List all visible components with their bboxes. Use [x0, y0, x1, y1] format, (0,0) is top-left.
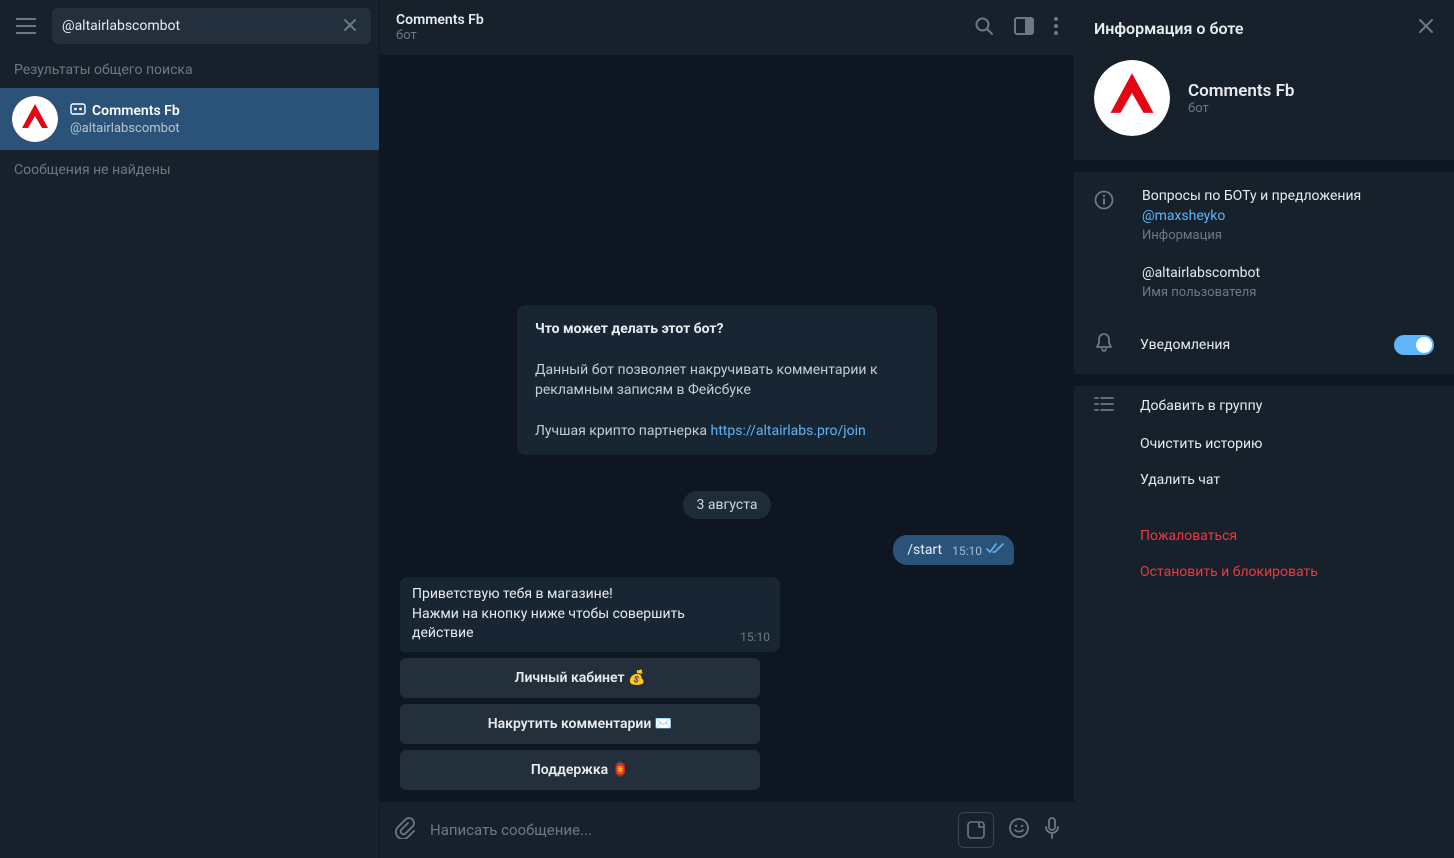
attach-icon[interactable]: [394, 817, 416, 843]
bot-intro-heading: Что может делать этот бот?: [535, 321, 724, 337]
bot-intro-card: Что может делать этот бот? Данный бот по…: [517, 305, 937, 455]
info-header: Информация о боте: [1074, 0, 1454, 50]
messages-area[interactable]: Что может делать этот бот? Данный бот по…: [380, 56, 1074, 802]
inline-btn-cabinet[interactable]: Личный кабинет 💰: [400, 658, 760, 698]
incoming-line2: Нажми на кнопку ниже чтобы совершить дей…: [412, 606, 685, 642]
stop-block-row[interactable]: Остановить и блокировать: [1074, 554, 1454, 590]
incoming-msg-wrap: Приветствую тебя в магазине! Нажми на кн…: [380, 577, 1074, 658]
info-username[interactable]: @altairlabscombot: [1142, 265, 1434, 281]
outgoing-msg-wrap: /start 15:10: [380, 535, 1074, 577]
info-about-text: Вопросы по БОТу и предложения: [1142, 188, 1434, 204]
sticker-icon[interactable]: [958, 812, 994, 848]
info-profile-text: Comments Fb бот: [1188, 81, 1295, 116]
menu-icon[interactable]: [8, 8, 44, 44]
info-panel: Информация о боте Comments Fb бот Вопрос…: [1074, 0, 1454, 858]
clear-history-row[interactable]: Очистить историю: [1074, 426, 1454, 462]
chat-title-wrap[interactable]: Comments Fb бот: [396, 12, 974, 43]
info-about-block: Вопросы по БОТу и предложения @maxsheyko…: [1074, 172, 1454, 316]
info-title: Информация о боте: [1094, 19, 1243, 38]
delete-chat-row[interactable]: Удалить чат: [1074, 462, 1454, 498]
search-box[interactable]: [52, 8, 371, 44]
search-clear-icon[interactable]: [339, 13, 361, 40]
info-name: Comments Fb: [1188, 81, 1295, 101]
report-label: Пожаловаться: [1140, 528, 1237, 544]
bot-badge-icon: [70, 103, 86, 119]
bell-icon: [1094, 332, 1114, 358]
read-checks-icon: [986, 543, 1004, 558]
info-about-label: Информация: [1142, 228, 1434, 243]
result-title-row: Comments Fb: [70, 103, 180, 119]
sidepanel-icon[interactable]: [1014, 17, 1034, 39]
outgoing-msg[interactable]: /start 15:10: [893, 535, 1014, 565]
info-profile[interactable]: Comments Fb бот: [1074, 50, 1454, 160]
list-icon: [1094, 396, 1114, 416]
bot-intro-body: Данный бот позволяет накручивать коммент…: [535, 362, 878, 398]
inline-btn-comments[interactable]: Накрутить комментарии ✉️: [400, 704, 760, 744]
bot-intro-promo: Лучшая крипто партнерка: [535, 423, 711, 439]
chat-actions: [974, 16, 1058, 40]
composer: [380, 802, 1074, 858]
no-messages-label: Сообщения не найдены: [0, 150, 379, 190]
more-icon[interactable]: [1054, 17, 1058, 39]
info-about-link[interactable]: @maxsheyko: [1142, 208, 1434, 224]
inline-keyboard: Личный кабинет 💰 Накрутить комментарии ✉…: [380, 658, 760, 790]
sidebar-top: [0, 0, 379, 52]
chat-title: Comments Fb: [396, 12, 974, 28]
notifications-label: Уведомления: [1140, 337, 1230, 353]
result-title: Comments Fb: [92, 103, 180, 119]
chat-header: Comments Fb бот: [380, 0, 1074, 56]
result-username: @altairlabscombot: [70, 121, 180, 136]
info-avatar: [1094, 60, 1170, 136]
global-results-header: Результаты общего поиска: [0, 52, 379, 88]
date-chip: 3 августа: [683, 491, 772, 519]
result-avatar: [12, 96, 58, 142]
notifications-toggle[interactable]: [1394, 335, 1434, 355]
outgoing-meta: 15:10: [952, 543, 1004, 558]
sidebar: Результаты общего поиска Comments Fb @al…: [0, 0, 380, 858]
clear-history-label: Очистить историю: [1140, 436, 1263, 452]
incoming-time: 15:10: [740, 629, 770, 646]
bot-intro-link[interactable]: https://altairlabs.pro/join: [711, 423, 866, 439]
compose-input[interactable]: [430, 821, 944, 839]
chat-column: Comments Fb бот Что может делать этот бо…: [380, 0, 1074, 858]
info-username-label: Имя пользователя: [1142, 285, 1434, 300]
info-subtitle: бот: [1188, 101, 1295, 116]
close-icon[interactable]: [1418, 18, 1434, 38]
add-to-group-label: Добавить в группу: [1140, 398, 1262, 414]
mic-icon[interactable]: [1044, 817, 1060, 843]
add-to-group-row[interactable]: Добавить в группу: [1074, 386, 1454, 426]
search-result-item[interactable]: Comments Fb @altairlabscombot: [0, 88, 379, 150]
notifications-row[interactable]: Уведомления: [1074, 316, 1454, 374]
emoji-icon[interactable]: [1008, 817, 1030, 843]
outgoing-text: /start: [907, 542, 942, 558]
delete-chat-label: Удалить чат: [1140, 472, 1220, 488]
stop-block-label: Остановить и блокировать: [1140, 564, 1318, 580]
incoming-msg[interactable]: Приветствую тебя в магазине! Нажми на кн…: [400, 577, 780, 652]
report-row[interactable]: Пожаловаться: [1074, 518, 1454, 554]
result-text: Comments Fb @altairlabscombot: [70, 103, 180, 136]
search-icon[interactable]: [974, 16, 994, 40]
chat-subtitle: бот: [396, 28, 974, 43]
info-icon: [1094, 188, 1116, 214]
incoming-line1: Приветствую тебя в магазине!: [412, 586, 613, 602]
search-input[interactable]: [62, 18, 339, 34]
outgoing-time: 15:10: [952, 544, 982, 558]
inline-btn-support[interactable]: Поддержка 🏮: [400, 750, 760, 790]
